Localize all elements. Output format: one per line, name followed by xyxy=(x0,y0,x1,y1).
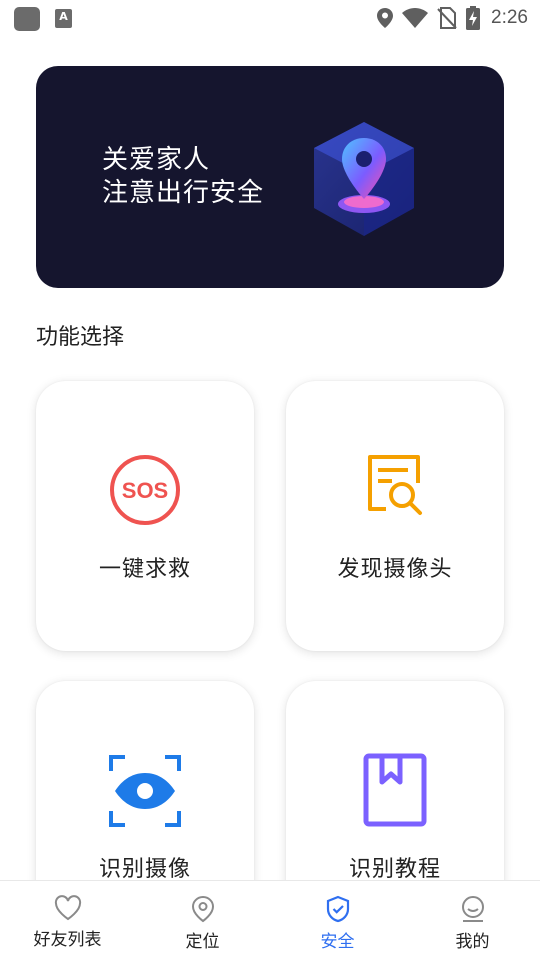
feature-card-find-camera[interactable]: 发现摄像头 xyxy=(286,381,504,651)
nav-item-location[interactable]: 定位 xyxy=(135,881,270,960)
eye-scan-icon xyxy=(109,755,181,827)
sos-icon: SOS xyxy=(110,455,180,525)
app-icon xyxy=(14,7,40,31)
document-search-icon xyxy=(368,455,422,515)
battery-charging-icon xyxy=(466,6,481,30)
nav-label: 定位 xyxy=(185,932,220,952)
location-cube-icon xyxy=(314,122,414,236)
wifi-icon xyxy=(402,8,429,28)
nav-item-friends[interactable]: 好友列表 xyxy=(0,881,135,960)
feature-label: 识别教程 xyxy=(348,857,441,882)
svg-text:SOS: SOS xyxy=(122,478,168,503)
feature-label: 一键求救 xyxy=(98,557,191,582)
nav-label: 我的 xyxy=(455,932,490,952)
nav-item-mine[interactable]: 我的 xyxy=(405,881,540,960)
shield-check-icon xyxy=(326,895,349,923)
status-time: 2:26 xyxy=(491,7,528,28)
no-sim-icon xyxy=(437,7,457,29)
a-icon: A xyxy=(55,9,72,28)
banner[interactable]: 关爱家人 注意出行安全 xyxy=(36,66,504,288)
banner-line-2: 注意出行安全 xyxy=(102,178,265,208)
nav-label: 好友列表 xyxy=(33,930,102,950)
feature-label: 识别摄像 xyxy=(98,857,191,882)
profile-face-icon xyxy=(461,896,484,922)
heart-icon xyxy=(54,895,81,921)
feature-card-sos[interactable]: SOS 一键求救 xyxy=(36,381,254,651)
bookmark-book-icon xyxy=(363,753,427,827)
banner-slogan: 关爱家人 注意出行安全 xyxy=(102,144,264,210)
status-bar: A 2:26 xyxy=(0,0,540,36)
feature-label: 发现摄像头 xyxy=(337,557,453,582)
nav-label: 安全 xyxy=(320,932,355,952)
nav-item-safety[interactable]: 安全 xyxy=(270,881,405,960)
status-icons: 2:26 xyxy=(377,5,528,31)
location-pin-icon xyxy=(191,895,214,923)
banner-line-1: 关爱家人 xyxy=(102,145,211,175)
bottom-nav: 好友列表 定位 安全 我的 xyxy=(0,880,540,960)
location-icon xyxy=(377,8,394,28)
section-title: 功能选择 xyxy=(36,325,125,350)
